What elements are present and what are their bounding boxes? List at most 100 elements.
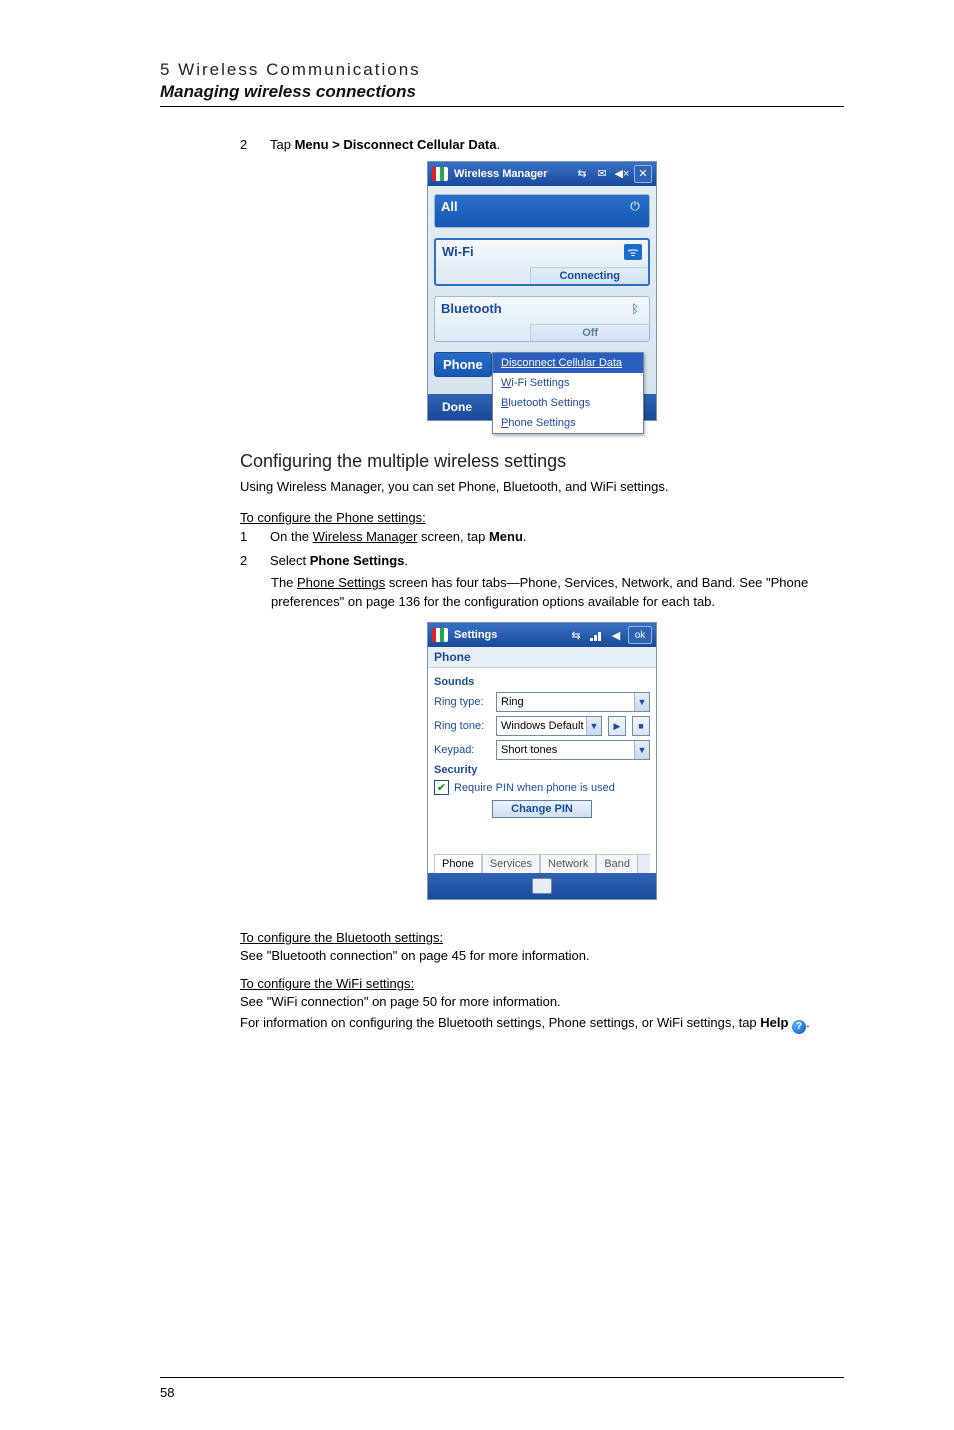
row-keypad: Keypad: Short tones ▼ (434, 740, 650, 760)
phone-step-desc: The Phone Settings screen has four tabs—… (271, 574, 844, 612)
step-text: Select Phone Settings. (270, 551, 408, 571)
select-value: Ring (501, 696, 524, 708)
connectivity-icon[interactable]: ⇆ (574, 166, 590, 182)
section-security: Security (434, 764, 650, 776)
text: . (497, 137, 501, 152)
ok-button[interactable]: ok (628, 626, 652, 644)
wifi-status: Connecting (530, 267, 648, 284)
tile-wifi[interactable]: Wi-Fi ᯤ Connecting (434, 238, 650, 286)
select-ring-tone[interactable]: Windows Default ▼ (496, 716, 602, 736)
intro-para: Using Wireless Manager, you can set Phon… (240, 478, 844, 497)
header-rule (160, 106, 844, 107)
phone-settings-window: Settings ⇆ ◀ ok Phone Sounds Ring type: … (427, 622, 657, 900)
tile-wifi-label: Wi-Fi (442, 244, 474, 259)
phone-step-1: 1 On the Wireless Manager screen, tap Me… (240, 527, 844, 547)
menu-label: luetooth Settings (508, 397, 590, 409)
tile-phone[interactable]: Phone (434, 352, 492, 377)
footer-rule (160, 1377, 844, 1378)
label-ring-type: Ring type: (434, 696, 490, 708)
change-pin-button[interactable]: Change PIN (492, 800, 592, 818)
play-button[interactable]: ▶ (608, 716, 626, 736)
wifi-line: See "WiFi connection" on page 50 for mor… (240, 993, 844, 1012)
power-icon: ⏻ (627, 199, 643, 215)
window-title: Wireless Manager (454, 168, 547, 180)
menu-item-bt-settings[interactable]: Bluetooth Settings (493, 393, 643, 413)
wireless-manager-window: Wireless Manager ⇆ ✉ ◀× ✕ All ⏻ Wi-Fi ᯤ (427, 161, 657, 421)
tile-bt-label: Bluetooth (441, 301, 502, 316)
procedure-bt-heading: To configure the Bluetooth settings: (240, 930, 844, 945)
text: On the (270, 529, 313, 544)
window-title: Settings (454, 629, 497, 641)
menu-path: Menu > Disconnect Cellular Data (295, 137, 497, 152)
heading-configuring: Configuring the multiple wireless settin… (240, 451, 844, 472)
screen-name: Phone Settings (297, 575, 385, 590)
row-ring-type: Ring type: Ring ▼ (434, 692, 650, 712)
start-flag-icon[interactable] (432, 628, 448, 642)
chevron-down-icon: ▼ (634, 693, 649, 711)
chevron-down-icon: ▼ (586, 717, 601, 735)
label-keypad: Keypad: (434, 744, 490, 756)
connectivity-icon[interactable]: ⇆ (568, 627, 584, 643)
wifi-more: For information on configuring the Bluet… (240, 1014, 844, 1034)
mnemonic: W (501, 377, 511, 389)
signal-icon[interactable] (588, 627, 604, 643)
tab-band[interactable]: Band (596, 854, 638, 873)
help-icon: ? (792, 1020, 806, 1034)
tab-network[interactable]: Network (540, 854, 596, 873)
keyboard-icon[interactable] (532, 878, 552, 894)
titlebar: Settings ⇆ ◀ ok (428, 623, 656, 647)
tab-phone[interactable]: Phone (434, 854, 482, 873)
section-title: Managing wireless connections (160, 82, 844, 102)
close-icon[interactable]: ✕ (634, 165, 652, 183)
softkey-done[interactable]: Done (442, 400, 472, 414)
bt-status: Off (530, 324, 649, 341)
menu-label: i-Fi Settings (511, 377, 569, 389)
text: Tap (270, 137, 295, 152)
step-number: 2 (240, 551, 252, 571)
chevron-down-icon: ▼ (634, 741, 649, 759)
screen-name: Wireless Manager (313, 529, 418, 544)
text: screen, tap (417, 529, 489, 544)
section-sounds: Sounds (434, 676, 650, 688)
menu-item-wifi-settings[interactable]: Wi-Fi Settings (493, 373, 643, 393)
select-ring-type[interactable]: Ring ▼ (496, 692, 650, 712)
tab-services[interactable]: Services (482, 854, 540, 873)
volume-icon[interactable]: ◀ (608, 627, 624, 643)
menu-label: Disconnect Cellular Data (501, 357, 622, 369)
step-text: Tap Menu > Disconnect Cellular Data. (270, 135, 500, 155)
volume-icon[interactable]: ◀× (614, 166, 630, 182)
stop-button[interactable]: ■ (632, 716, 650, 736)
row-ring-tone: Ring tone: Windows Default ▼ ▶ ■ (434, 716, 650, 736)
text: For information on configuring the Bluet… (240, 1015, 760, 1030)
titlebar: Wireless Manager ⇆ ✉ ◀× ✕ (428, 162, 656, 186)
ui-label: Menu (489, 529, 523, 544)
context-menu: Disconnect Cellular Data Wi-Fi Settings … (492, 352, 644, 434)
chapter-title: 5 Wireless Communications (160, 60, 844, 80)
select-keypad[interactable]: Short tones ▼ (496, 740, 650, 760)
ui-label: Help (760, 1015, 788, 1030)
tile-all[interactable]: All ⏻ (434, 194, 650, 228)
bt-line: See "Bluetooth connection" on page 45 fo… (240, 947, 844, 966)
tile-bluetooth[interactable]: Bluetooth ᛒ Off (434, 296, 650, 342)
wifi-icon: ᯤ (624, 244, 642, 260)
text: Select (270, 553, 310, 568)
page-number: 58 (160, 1385, 174, 1400)
checkbox-require-pin[interactable]: ✔ (434, 780, 449, 795)
text: . (404, 553, 408, 568)
menu-item-phone-settings[interactable]: Phone Settings (493, 413, 643, 433)
row-require-pin: ✔ Require PIN when phone is used (434, 780, 650, 795)
ui-label: Phone Settings (310, 553, 405, 568)
select-value: Windows Default (501, 720, 584, 732)
menu-item-disconnect-data[interactable]: Disconnect Cellular Data (493, 353, 643, 373)
step-text: On the Wireless Manager screen, tap Menu… (270, 527, 527, 547)
start-flag-icon[interactable] (432, 167, 448, 181)
text: . (806, 1015, 810, 1030)
phone-tab-header: Phone (428, 647, 656, 668)
notification-icon[interactable]: ✉ (594, 166, 610, 182)
bluetooth-off-icon: ᛒ (627, 301, 643, 317)
select-value: Short tones (501, 744, 557, 756)
procedure-wifi-heading: To configure the WiFi settings: (240, 976, 844, 991)
step-number: 1 (240, 527, 252, 547)
tab-strip: Phone Services Network Band (434, 854, 650, 873)
procedure-phone-heading: To configure the Phone settings: (240, 510, 844, 525)
